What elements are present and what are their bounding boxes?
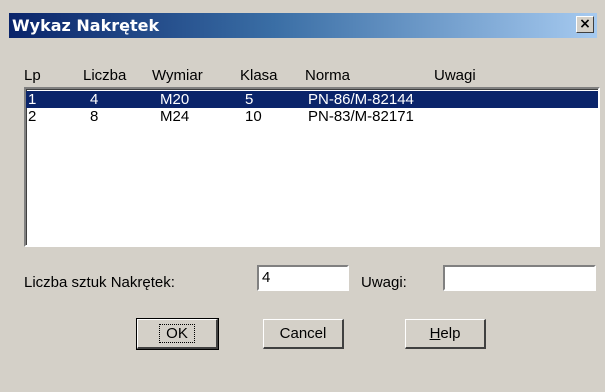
help-button[interactable]: Help xyxy=(405,319,486,349)
notes-label: Uwagi: xyxy=(361,274,407,291)
list-row-2[interactable]: 2 8 M24 10 PN-83/M-82171 xyxy=(26,108,598,125)
cell-klasa: 10 xyxy=(245,108,262,125)
title-bar[interactable]: Wykaz Nakrętek × xyxy=(9,13,597,38)
cancel-button-label: Cancel xyxy=(279,325,327,342)
count-field[interactable]: 4 xyxy=(257,265,349,291)
column-header-wymiar: Wymiar xyxy=(152,67,203,84)
ok-button-label: OK xyxy=(159,324,195,343)
ok-button[interactable]: OK xyxy=(136,318,219,350)
cell-norma: PN-86/M-82144 xyxy=(308,91,414,108)
cell-wymiar: M20 xyxy=(160,91,190,108)
close-button[interactable]: × xyxy=(576,16,594,33)
cell-lp: 1 xyxy=(28,91,37,108)
column-header-lp: Lp xyxy=(24,67,41,84)
column-header-norma: Norma xyxy=(305,67,351,84)
window-title: Wykaz Nakrętek xyxy=(12,16,160,35)
dialog-window: Wykaz Nakrętek × Lp Liczba Wymiar Klasa … xyxy=(0,0,605,392)
cell-norma: PN-83/M-82171 xyxy=(308,108,414,125)
close-icon: × xyxy=(579,16,591,32)
cancel-button[interactable]: Cancel xyxy=(263,319,344,349)
cell-liczba: 8 xyxy=(90,108,99,125)
help-button-label: Help xyxy=(429,325,461,342)
count-label: Liczba sztuk Nakrętek: xyxy=(24,274,175,291)
list-row-1[interactable]: 1 4 M20 5 PN-86/M-82144 xyxy=(26,91,598,108)
cell-klasa: 5 xyxy=(245,91,254,108)
notes-field[interactable] xyxy=(443,265,596,291)
cell-lp: 2 xyxy=(28,108,37,125)
column-header-liczba: Liczba xyxy=(83,67,127,84)
nuts-listbox[interactable]: 1 4 M20 5 PN-86/M-82144 2 8 M24 10 PN-83… xyxy=(24,87,600,247)
cell-liczba: 4 xyxy=(90,91,99,108)
cell-wymiar: M24 xyxy=(160,108,190,125)
column-header-klasa: Klasa xyxy=(240,67,278,84)
column-header-uwagi: Uwagi xyxy=(434,67,476,84)
